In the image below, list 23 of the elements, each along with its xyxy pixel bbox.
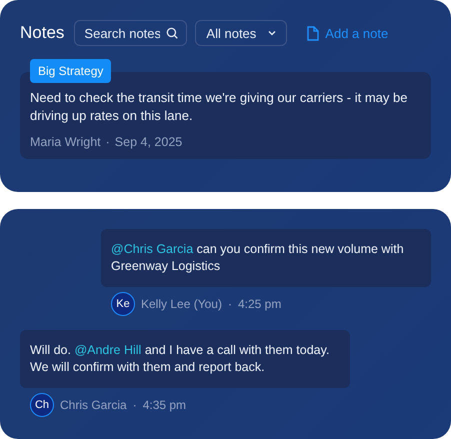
- note-date: Sep 4, 2025: [114, 135, 182, 149]
- mention-link[interactable]: @Chris Garcia: [111, 242, 194, 256]
- message-author: Kelly Lee (You): [141, 297, 222, 311]
- message-author: Chris Garcia: [60, 398, 127, 412]
- filter-dropdown[interactable]: All notes: [195, 20, 288, 46]
- note-text: Need to check the transit time we're giving our carriers - it may be driving up rates on this lane.: [30, 89, 408, 125]
- search-icon: [165, 26, 180, 40]
- message-time: 4:35 pm: [142, 398, 186, 412]
- avatar: Ch: [30, 393, 54, 417]
- message-text: Will do. @Andre Hill and I have a call with them today. We will confirm with them and report back.: [30, 342, 330, 376]
- mention-link[interactable]: @Andre Hill: [74, 343, 142, 357]
- panel-title: Notes: [20, 23, 64, 43]
- tag-label: Big Strategy: [30, 59, 112, 83]
- document-icon: [307, 26, 320, 40]
- avatar: Ke: [111, 292, 135, 316]
- separator-dot: ·: [106, 135, 110, 149]
- message-text: @Chris Garcia can you confirm this new volume with Greenway Logistics: [111, 241, 405, 275]
- separator-dot: ·: [132, 398, 137, 412]
- message-time: 4:25 pm: [238, 297, 282, 311]
- separator-dot: ·: [228, 297, 232, 311]
- add-note-button[interactable]: Add a note: [307, 26, 388, 40]
- search-field[interactable]: Search notes: [74, 20, 188, 46]
- note-author: Maria Wright: [30, 135, 101, 149]
